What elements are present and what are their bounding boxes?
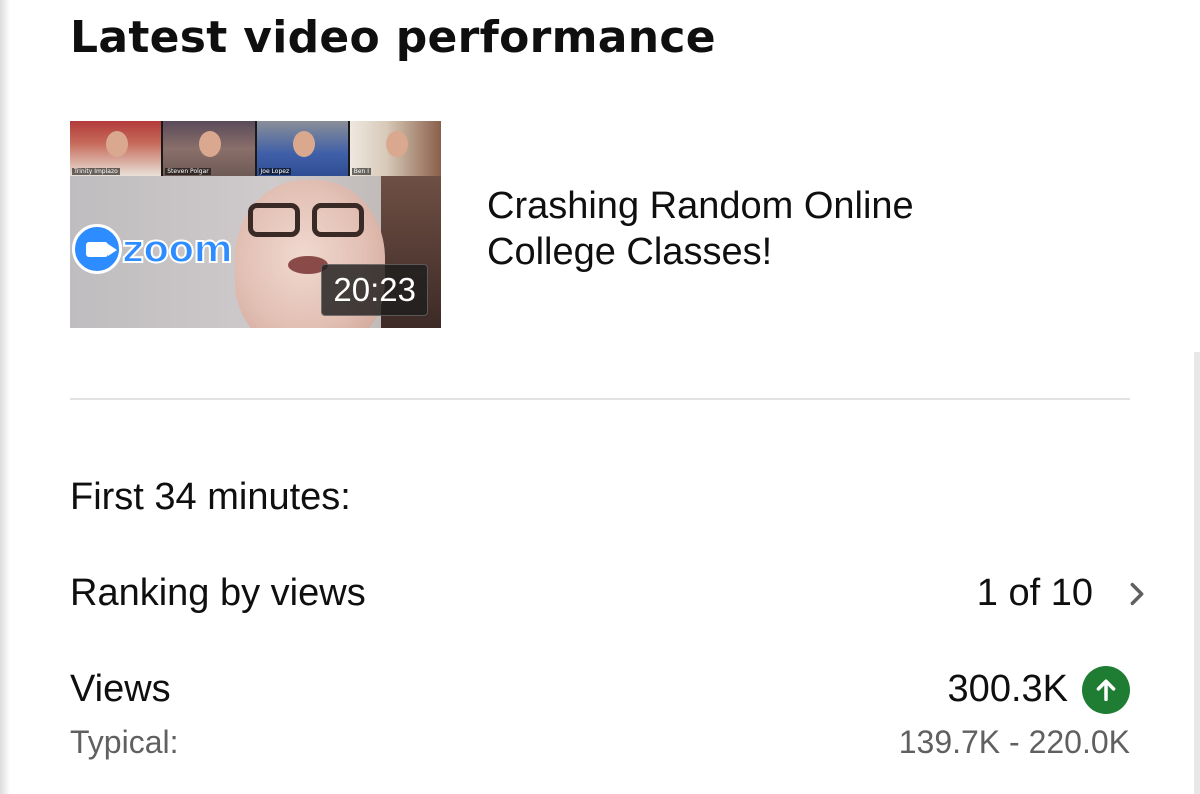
- participant-tile: Trinity Implazo: [70, 121, 164, 176]
- chevron-right-icon[interactable]: [1123, 580, 1151, 608]
- participant-tile: Joe Lopez: [256, 121, 350, 176]
- views-value: 300.3K: [947, 668, 1068, 710]
- participant-name: Joe Lopez: [258, 168, 292, 175]
- arrow-up-icon: [1082, 666, 1130, 714]
- views-label: Views: [70, 668, 171, 710]
- participant-face: [106, 131, 128, 157]
- video-camera-icon: [72, 224, 122, 274]
- typical-label: Typical:: [70, 724, 179, 760]
- participant-tile: Ben I: [349, 121, 441, 176]
- duration-badge: 20:23: [321, 264, 428, 316]
- ranking-label: Ranking by views: [70, 572, 366, 614]
- scrollbar-track[interactable]: [1194, 352, 1200, 794]
- participant-face: [199, 131, 222, 157]
- period-label: First 34 minutes:: [70, 476, 351, 518]
- video-title[interactable]: Crashing Random Online College Classes!: [487, 183, 987, 275]
- participant-name: Ben I: [351, 168, 372, 175]
- ranking-value: 1 of 10: [976, 572, 1093, 614]
- participant-face: [292, 131, 315, 157]
- glasses-shape: [248, 203, 368, 239]
- participant-name: Trinity Implazo: [72, 168, 120, 175]
- left-edge-shadow: [0, 0, 10, 794]
- divider: [70, 398, 1130, 400]
- section-title: Latest video performance: [70, 12, 716, 63]
- participant-name: Steven Polgar: [165, 168, 211, 175]
- typical-range: 139.7K - 220.0K: [898, 724, 1130, 760]
- video-thumbnail[interactable]: Trinity Implazo Steven Polgar Joe Lopez …: [70, 121, 441, 328]
- zoom-logo: zoom: [72, 224, 234, 274]
- thumbnail-participant-strip: Trinity Implazo Steven Polgar Joe Lopez …: [70, 121, 441, 176]
- participant-face: [385, 131, 408, 157]
- ranking-row[interactable]: Ranking by views 1 of 10: [70, 560, 1155, 626]
- zoom-logo-text: zoom: [121, 226, 234, 272]
- participant-tile: Steven Polgar: [163, 121, 257, 176]
